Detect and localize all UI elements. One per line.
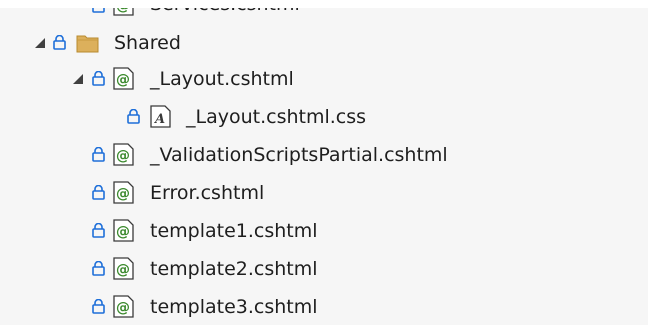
lock-icon [92, 299, 105, 314]
tree-item-label: Error.cshtml [150, 182, 265, 204]
tree-item-error-cshtml[interactable]: @ Error.cshtml [0, 175, 648, 211]
tree-item-label: Shared [114, 32, 181, 54]
tree-item-label: template1.cshtml [150, 220, 318, 242]
tree-item-label: template2.cshtml [150, 258, 318, 280]
tree-item-template1[interactable]: @ template1.cshtml [0, 213, 648, 249]
tree-item-layout-css[interactable]: A _Layout.cshtml.css [0, 99, 648, 135]
top-edge [0, 0, 648, 8]
solution-explorer-tree: @ Services.cshtml Shared @ _Layout.cshtm… [0, 0, 648, 333]
lock-icon [127, 109, 140, 124]
tree-item-template3[interactable]: @ template3.cshtml [0, 289, 648, 325]
tree-item-label: _Layout.cshtml.css [186, 106, 367, 128]
lock-icon [53, 35, 66, 50]
lock-icon [92, 147, 105, 162]
bottom-edge [0, 325, 648, 333]
expanded-chevron-icon[interactable] [73, 74, 83, 84]
lock-icon [92, 71, 105, 86]
tree-item-template2[interactable]: @ template2.cshtml [0, 251, 648, 287]
razor-page-icon: @ [113, 219, 134, 242]
tree-item-shared-folder[interactable]: Shared [0, 25, 648, 61]
razor-page-icon: @ [113, 181, 134, 204]
tree-item-validation-scripts-partial[interactable]: @ _ValidationScriptsPartial.cshtml [0, 137, 648, 173]
razor-page-icon: @ [113, 67, 134, 90]
razor-page-icon: @ [113, 257, 134, 280]
lock-icon [92, 223, 105, 238]
tree-item-label: _Layout.cshtml [150, 68, 294, 90]
lock-icon [92, 185, 105, 200]
svg-text:@: @ [116, 148, 130, 164]
tree-item-label: _ValidationScriptsPartial.cshtml [150, 144, 448, 166]
svg-text:@: @ [116, 72, 130, 88]
tree-item-layout-cshtml[interactable]: @ _Layout.cshtml [0, 61, 648, 97]
svg-text:@: @ [116, 262, 130, 278]
svg-text:@: @ [116, 224, 130, 240]
expanded-chevron-icon[interactable] [35, 38, 45, 48]
tree-item-label: template3.cshtml [150, 296, 318, 318]
svg-text:@: @ [116, 186, 130, 202]
svg-text:@: @ [116, 300, 130, 316]
lock-icon [92, 261, 105, 276]
folder-icon [76, 35, 99, 53]
razor-page-icon: @ [113, 295, 134, 318]
svg-text:A: A [153, 112, 165, 127]
css-file-icon: A [150, 105, 171, 128]
razor-page-icon: @ [113, 143, 134, 166]
